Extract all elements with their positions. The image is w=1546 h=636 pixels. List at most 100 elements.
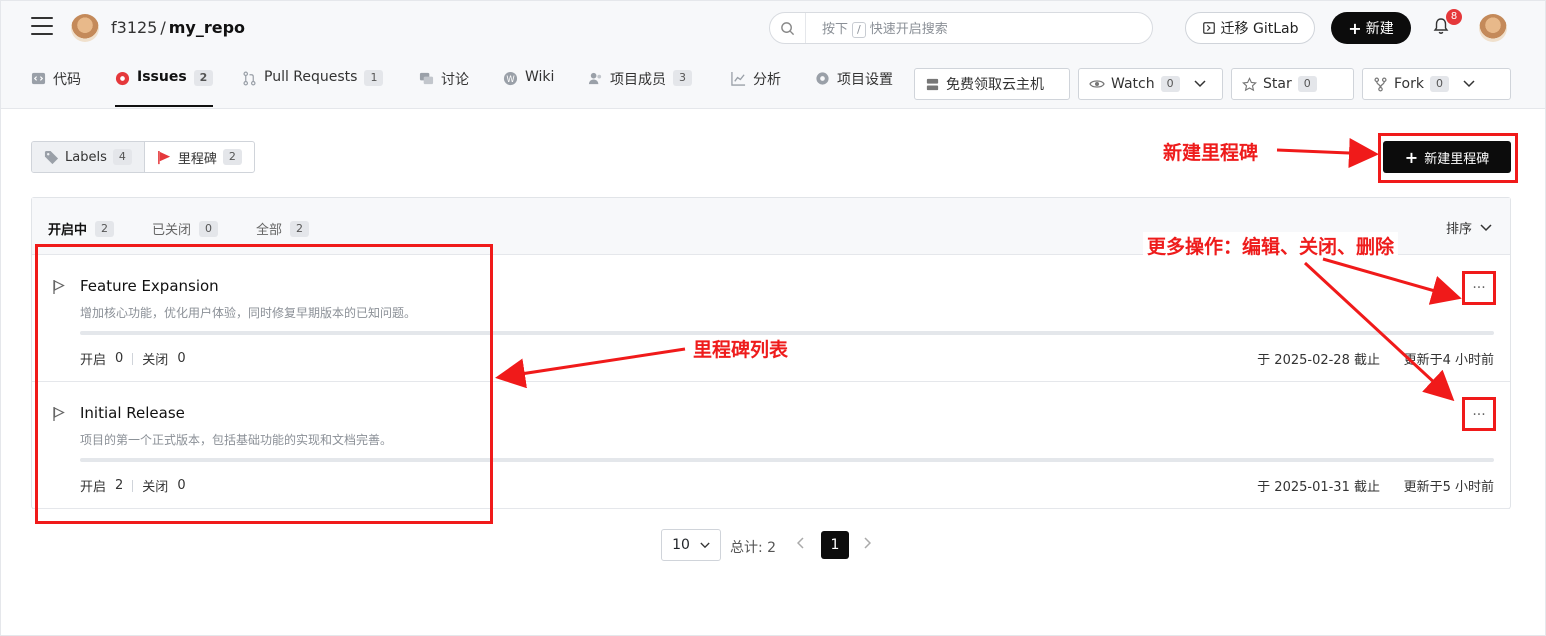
milestones-tab-label: 里程碑 bbox=[177, 151, 217, 167]
tab-settings-label: 项目设置 bbox=[837, 72, 893, 88]
tab-issues-label: Issues bbox=[137, 69, 187, 85]
issues-icon bbox=[115, 71, 130, 86]
tab-wiki-label: Wiki bbox=[525, 69, 555, 85]
filter-all-count: 2 bbox=[290, 220, 310, 237]
filter-open[interactable]: 开启中 2 bbox=[48, 219, 115, 238]
search-prefix: 按下 bbox=[822, 22, 849, 37]
milestones-tab[interactable]: 里程碑 2 bbox=[145, 142, 254, 172]
repo-owner-link[interactable]: f3125 bbox=[111, 18, 157, 37]
tab-issues[interactable]: Issues 2 bbox=[115, 69, 214, 107]
discussion-icon bbox=[419, 72, 434, 85]
repo-owner-avatar[interactable] bbox=[71, 14, 99, 42]
breadcrumb-separator: / bbox=[160, 18, 166, 37]
user-avatar[interactable] bbox=[1479, 14, 1507, 42]
menu-icon[interactable] bbox=[31, 17, 53, 37]
tab-members-count: 3 bbox=[673, 70, 692, 86]
page: f3125/my_repo 按下 / 快速开启搜索 迁移 GitLab + 新建 8… bbox=[0, 0, 1546, 636]
chevron-down-icon[interactable] bbox=[1463, 80, 1475, 88]
tab-discussion-label: 讨论 bbox=[441, 72, 469, 88]
tab-wiki[interactable]: W Wiki bbox=[503, 69, 554, 107]
chevron-right-icon[interactable] bbox=[863, 537, 872, 553]
server-icon bbox=[926, 78, 939, 90]
watch-count: 0 bbox=[1160, 76, 1180, 92]
new-button[interactable]: + 新建 bbox=[1331, 12, 1411, 44]
tab-code-label: 代码 bbox=[53, 72, 81, 88]
star-label: Star bbox=[1263, 76, 1292, 92]
filter-closed[interactable]: 已关闭 0 bbox=[152, 219, 219, 238]
filter-closed-count: 0 bbox=[199, 220, 219, 237]
svg-text:W: W bbox=[506, 74, 515, 84]
fork-icon bbox=[1374, 77, 1387, 91]
repo-name-link[interactable]: my_repo bbox=[169, 18, 245, 37]
free-cloud-host-label: 免费领取云主机 bbox=[946, 77, 1044, 93]
code-icon bbox=[31, 72, 46, 85]
tab-analytics[interactable]: 分析 bbox=[731, 69, 781, 107]
milestones-count: 2 bbox=[222, 149, 242, 165]
pagination-total: 总计: 2 bbox=[730, 540, 777, 556]
chevron-left-icon[interactable] bbox=[796, 537, 805, 553]
top-bar: f3125/my_repo 按下 / 快速开启搜索 迁移 GitLab + 新建 8 bbox=[1, 1, 1545, 55]
page-size-select[interactable]: 10 bbox=[661, 529, 721, 561]
import-icon bbox=[1202, 22, 1215, 34]
star-icon bbox=[1242, 76, 1257, 91]
star-button[interactable]: Star 0 bbox=[1231, 68, 1354, 100]
tab-analytics-label: 分析 bbox=[753, 72, 781, 88]
milestone-updated: 更新于4 小时前 bbox=[1403, 353, 1494, 368]
tab-settings[interactable]: 项目设置 bbox=[815, 69, 893, 107]
annotation-box-more-actions bbox=[1462, 271, 1496, 305]
annotation-new-milestone: 新建里程碑 bbox=[1163, 142, 1259, 164]
notification-badge: 8 bbox=[1446, 9, 1462, 25]
annotation-more-actions: 更多操作：编辑、关闭、删除 bbox=[1143, 232, 1399, 259]
labels-count: 4 bbox=[112, 149, 132, 165]
filter-open-count: 2 bbox=[95, 220, 115, 237]
chevron-down-icon bbox=[1480, 223, 1492, 231]
members-icon bbox=[588, 72, 602, 85]
tab-pull-requests[interactable]: Pull Requests 1 bbox=[242, 69, 384, 107]
plus-icon: + bbox=[1348, 18, 1362, 38]
new-button-label: 新建 bbox=[1365, 21, 1394, 37]
pull-request-icon bbox=[243, 71, 256, 86]
tab-code[interactable]: 代码 bbox=[31, 69, 81, 107]
annotation-box-new-milestone bbox=[1378, 133, 1518, 183]
annotation-arrow bbox=[1276, 138, 1379, 168]
page-number-current[interactable]: 1 bbox=[821, 531, 849, 559]
page-size-value: 10 bbox=[672, 537, 690, 553]
tab-issues-count: 2 bbox=[193, 70, 214, 86]
watch-label: Watch bbox=[1111, 76, 1155, 92]
tab-members-label: 项目成员 bbox=[610, 72, 666, 88]
tab-members[interactable]: 项目成员 3 bbox=[588, 69, 692, 107]
repo-tab-bar: 代码 Issues 2 Pull Requests 1 讨论 W Wiki 项目… bbox=[1, 55, 1545, 109]
free-cloud-host-button[interactable]: 免费领取云主机 bbox=[914, 68, 1070, 100]
search-input[interactable]: 按下 / 快速开启搜索 bbox=[769, 12, 1153, 44]
annotation-box-more-actions bbox=[1462, 397, 1496, 431]
fork-button[interactable]: Fork 0 bbox=[1362, 68, 1511, 100]
tab-pull-requests-label: Pull Requests bbox=[264, 69, 358, 85]
settings-icon bbox=[816, 72, 829, 85]
filter-all[interactable]: 全部 2 bbox=[256, 219, 310, 238]
labels-tab-label: Labels bbox=[65, 149, 107, 165]
search-icon bbox=[770, 13, 806, 43]
wiki-icon: W bbox=[503, 71, 518, 86]
annotation-milestone-list: 里程碑列表 bbox=[693, 339, 789, 361]
labels-milestones-switch: Labels 4 里程碑 2 bbox=[31, 141, 255, 173]
migrate-gitlab-label: 迁移 GitLab bbox=[1220, 21, 1299, 37]
breadcrumb: f3125/my_repo bbox=[111, 18, 245, 37]
analytics-icon bbox=[731, 71, 746, 86]
tab-discussion[interactable]: 讨论 bbox=[419, 69, 469, 107]
filter-closed-label: 已关闭 bbox=[152, 223, 192, 238]
chevron-down-icon[interactable] bbox=[1194, 80, 1206, 88]
annotation-box-milestone-list bbox=[35, 244, 493, 524]
migrate-gitlab-button[interactable]: 迁移 GitLab bbox=[1185, 12, 1315, 44]
filter-all-label: 全部 bbox=[256, 223, 283, 238]
fork-label: Fork bbox=[1394, 76, 1424, 92]
labels-tab[interactable]: Labels 4 bbox=[32, 142, 145, 172]
tag-icon bbox=[44, 150, 59, 164]
eye-icon bbox=[1089, 80, 1105, 88]
star-count: 0 bbox=[1297, 76, 1317, 92]
milestone-due-date: 于 2025-01-31 截止 bbox=[1257, 480, 1380, 495]
watch-button[interactable]: Watch 0 bbox=[1078, 68, 1223, 100]
sort-label: 排序 bbox=[1445, 222, 1472, 237]
sort-dropdown[interactable]: 排序 bbox=[1446, 218, 1492, 237]
milestone-updated: 更新于5 小时前 bbox=[1403, 480, 1494, 495]
search-suffix: 快速开启搜索 bbox=[869, 22, 948, 37]
